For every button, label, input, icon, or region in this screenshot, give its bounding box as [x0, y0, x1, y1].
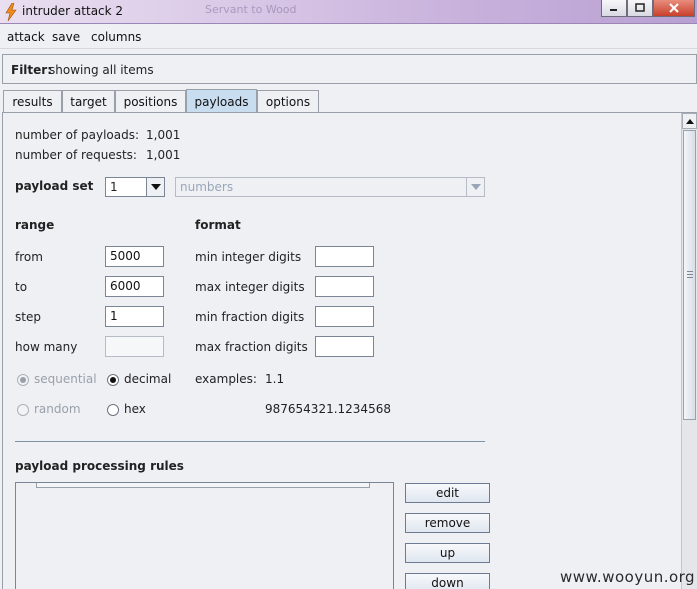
max-integer-digits-input[interactable] — [315, 276, 374, 297]
from-input[interactable]: 5000 — [105, 246, 164, 267]
watermark: www.wooyun.org — [560, 568, 696, 586]
minimize-icon — [610, 9, 617, 11]
requests-count-value: 1,001 — [146, 148, 181, 162]
random-radio[interactable] — [17, 404, 29, 416]
hex-label: hex — [124, 402, 146, 416]
table-header — [36, 483, 370, 488]
processing-rules-table[interactable] — [15, 482, 394, 589]
filter-value: showing all items — [49, 63, 154, 77]
menu-bar: attack save columns — [0, 25, 697, 49]
how-many-input[interactable] — [105, 336, 164, 357]
decimal-radio[interactable] — [107, 374, 119, 386]
requests-count-label: number of requests: — [15, 148, 137, 162]
to-input[interactable]: 6000 — [105, 276, 164, 297]
step-label: step — [15, 310, 41, 324]
grip-icon — [687, 271, 693, 278]
range-heading: range — [15, 218, 55, 232]
format-heading: format — [195, 218, 241, 232]
close-icon — [669, 3, 679, 13]
scroll-up-button[interactable] — [682, 113, 697, 129]
payload-set-label: payload set — [15, 179, 94, 193]
menu-save[interactable]: save — [52, 30, 80, 44]
sequential-label: sequential — [34, 372, 97, 386]
examples-label: examples: — [195, 372, 257, 386]
filter-label: Filter: — [11, 63, 53, 77]
payloads-count-value: 1,001 — [146, 128, 181, 142]
to-label: to — [15, 280, 28, 294]
min-integer-digits-input[interactable] — [315, 246, 374, 267]
processing-rules-heading: payload processing rules — [15, 459, 184, 473]
minimize-button[interactable] — [601, 0, 627, 17]
arrow-up-icon — [685, 118, 694, 124]
hex-radio[interactable] — [107, 404, 119, 416]
payload-set-select[interactable]: 1 — [105, 177, 165, 197]
max-fraction-digits-label: max fraction digits — [195, 340, 308, 354]
tab-payloads[interactable]: payloads — [186, 89, 257, 113]
edit-button[interactable]: edit — [405, 483, 490, 503]
menu-columns[interactable]: columns — [91, 30, 141, 44]
payload-type-select[interactable]: numbers — [175, 177, 485, 197]
min-fraction-digits-label: min fraction digits — [195, 310, 305, 324]
max-fraction-digits-input[interactable] — [315, 336, 374, 357]
maximize-icon — [635, 3, 645, 12]
payload-type-value: numbers — [180, 180, 234, 194]
tab-options[interactable]: options — [257, 90, 319, 112]
title-bar[interactable]: intruder attack 2 Servant to Wood — [0, 0, 697, 24]
from-label: from — [15, 250, 43, 264]
scroll-thumb[interactable] — [683, 130, 696, 420]
close-button[interactable] — [653, 0, 695, 17]
payload-set-value: 1 — [110, 180, 118, 194]
tab-results[interactable]: results — [3, 90, 62, 112]
down-button[interactable]: down — [405, 573, 490, 589]
chevron-down-icon — [146, 178, 164, 196]
remove-button[interactable]: remove — [405, 513, 490, 533]
payloads-panel: number of payloads: 1,001 number of requ… — [2, 112, 697, 589]
decimal-label: decimal — [124, 372, 172, 386]
title-ghost-text: Servant to Wood — [205, 3, 297, 16]
burp-lightning-icon — [5, 3, 17, 21]
vertical-scrollbar[interactable] — [681, 113, 697, 589]
intruder-window: intruder attack 2 Servant to Wood attack… — [0, 0, 697, 589]
example-value-2: 987654321.1234568 — [265, 402, 391, 416]
example-value-1: 1.1 — [265, 372, 285, 386]
payloads-count-label: number of payloads: — [15, 128, 140, 142]
up-button[interactable]: up — [405, 543, 490, 563]
step-input[interactable]: 1 — [105, 306, 164, 327]
menu-attack[interactable]: attack — [7, 30, 45, 44]
section-divider — [15, 441, 485, 442]
how-many-label: how many — [15, 340, 78, 354]
random-label: random — [34, 402, 81, 416]
min-fraction-digits-input[interactable] — [315, 306, 374, 327]
min-integer-digits-label: min integer digits — [195, 250, 302, 264]
maximize-button[interactable] — [627, 0, 653, 17]
tab-target[interactable]: target — [62, 90, 115, 112]
tab-positions[interactable]: positions — [115, 90, 186, 112]
max-integer-digits-label: max integer digits — [195, 280, 305, 294]
window-title: intruder attack 2 — [22, 4, 124, 18]
chevron-down-icon — [466, 178, 484, 196]
sequential-radio[interactable] — [17, 374, 29, 386]
filter-bar[interactable]: Filter: showing all items — [2, 54, 697, 84]
payloads-content: number of payloads: 1,001 number of requ… — [3, 113, 681, 589]
